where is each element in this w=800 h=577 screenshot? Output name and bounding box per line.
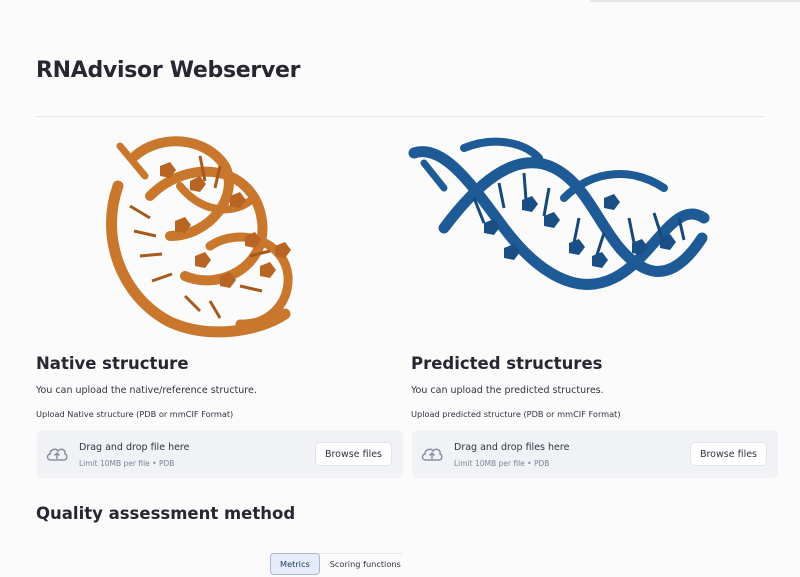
predicted-drop-text: Drag and drop files here bbox=[454, 442, 570, 453]
tab-metrics[interactable]: Metrics bbox=[270, 553, 320, 575]
title-divider bbox=[36, 116, 764, 117]
native-description: You can upload the native/reference stru… bbox=[36, 385, 257, 396]
native-limit-text: Limit 10MB per file • PDB bbox=[79, 459, 175, 468]
tab-scoring-functions[interactable]: Scoring functions bbox=[320, 553, 411, 575]
predicted-description: You can upload the predicted structures. bbox=[411, 385, 604, 396]
predicted-structure-image bbox=[408, 137, 710, 290]
native-file-dropzone[interactable]: Drag and drop file here Limit 10MB per f… bbox=[37, 430, 403, 478]
predicted-browse-files-button[interactable]: Browse files bbox=[689, 442, 767, 466]
quality-method-tabs: Metrics Scoring functions bbox=[270, 553, 411, 575]
native-drop-text: Drag and drop file here bbox=[79, 442, 190, 453]
native-section: Native structure You can upload the nati… bbox=[36, 354, 390, 419]
top-border bbox=[590, 0, 800, 2]
native-browse-files-button[interactable]: Browse files bbox=[314, 442, 392, 466]
native-structure-image bbox=[106, 136, 293, 338]
quality-assessment-heading: Quality assessment method bbox=[36, 504, 296, 523]
native-upload-label: Upload Native structure (PDB or mmCIF Fo… bbox=[36, 409, 234, 419]
predicted-heading: Predicted structures bbox=[411, 354, 603, 373]
predicted-limit-text: Limit 10MB per file • PDB bbox=[454, 459, 550, 468]
predicted-file-dropzone[interactable]: Drag and drop files here Limit 10MB per … bbox=[412, 430, 778, 478]
predicted-upload-label: Upload predicted structure (PDB or mmCIF… bbox=[411, 409, 621, 419]
cloud-upload-icon bbox=[421, 448, 443, 461]
native-heading: Native structure bbox=[36, 354, 189, 373]
predicted-section: Predicted structures You can upload the … bbox=[411, 354, 765, 419]
page-title: RNAdvisor Webserver bbox=[36, 58, 301, 83]
cloud-upload-icon bbox=[46, 448, 68, 461]
